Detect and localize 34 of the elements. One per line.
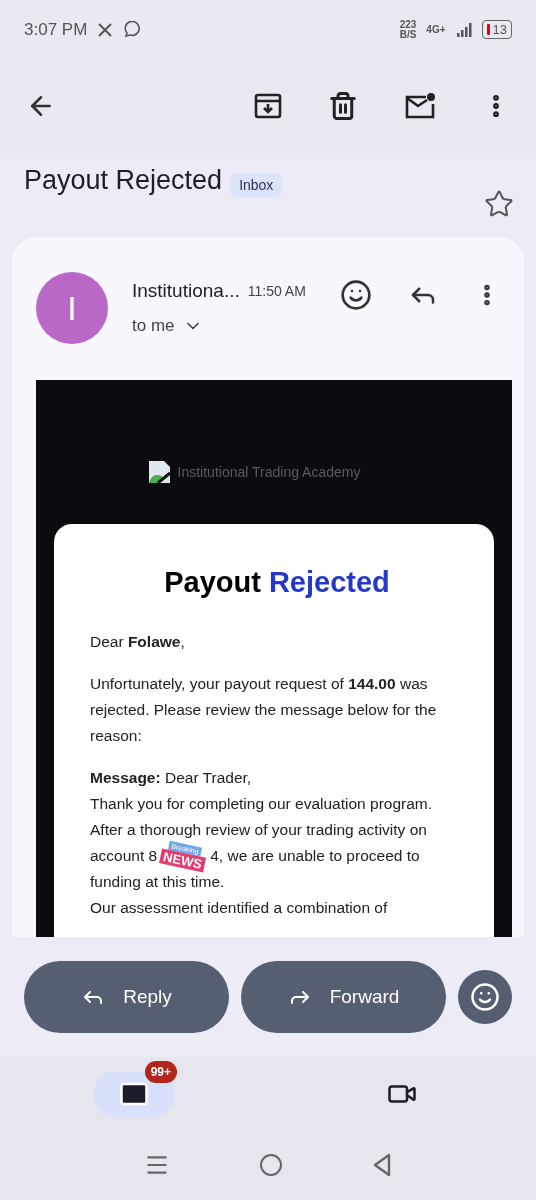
archive-icon[interactable] [254, 92, 282, 121]
emoji-reaction-button[interactable] [458, 969, 512, 1024]
inbox-label[interactable]: Inbox [230, 172, 283, 197]
message-text: 4, we are unable to proceed to [210, 845, 420, 866]
email-subject: Payout Rejected [24, 164, 223, 196]
sender-name: Institutiona... [132, 280, 240, 303]
home-icon[interactable] [259, 1153, 283, 1178]
unread-count-badge: 99+ [144, 1060, 177, 1083]
logo-alt-text: Institutional Trading Academy [177, 463, 361, 480]
reply-button[interactable]: Reply [24, 960, 229, 1033]
sender-avatar: I [36, 272, 108, 345]
delete-icon[interactable] [328, 91, 358, 122]
back-icon[interactable] [371, 1153, 392, 1178]
message-text: account 8 [90, 845, 158, 866]
greeting-text: Dear Folawe, [90, 631, 186, 652]
battery-level: 13 [492, 22, 507, 38]
clock: 3:07 PM [24, 19, 88, 40]
email-heading: Payout Rejected [163, 565, 391, 599]
emoji-icon[interactable] [340, 279, 372, 312]
broken-image-icon [147, 459, 172, 484]
x-app-icon [97, 21, 114, 38]
star-icon[interactable] [484, 188, 514, 219]
signal-icon [455, 21, 472, 38]
mail-unread-icon[interactable] [404, 92, 436, 121]
sent-time: 11:50 AM [247, 283, 306, 300]
intro-text: Unfortunately, your payout request of 144.00 was rejected. Please review the message below for the reason: [90, 673, 438, 746]
emoji-icon [470, 981, 500, 1012]
message-text: funding at this time. Our assessment identified a combination of [90, 871, 389, 918]
speed-unit: B/S [399, 29, 417, 40]
data-speed: 223 [399, 19, 417, 30]
recipient-text: to me [132, 316, 175, 337]
network-type: 4G+ [426, 24, 446, 35]
forward-button[interactable]: Forward [241, 960, 446, 1033]
chat-app-icon [123, 21, 141, 39]
